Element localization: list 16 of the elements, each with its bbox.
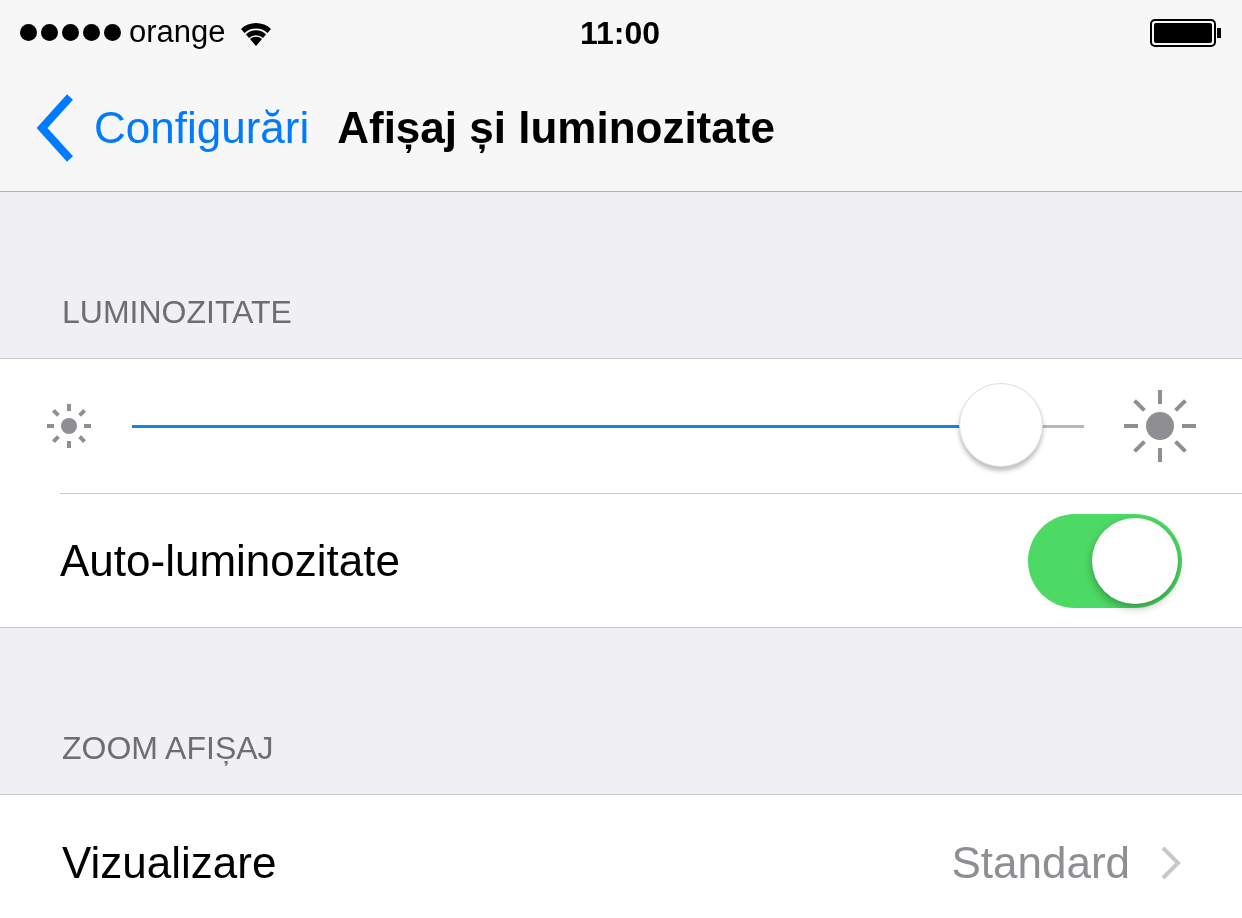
carrier-name: orange (129, 13, 226, 52)
chevron-right-icon (1160, 845, 1182, 881)
sun-large-icon (1122, 388, 1198, 464)
setting-value: Standard (951, 837, 1130, 889)
signal-icon (20, 24, 121, 41)
battery-icon (1150, 17, 1222, 48)
back-button[interactable]: Configurări (36, 93, 310, 163)
setting-label: Vizualizare (62, 837, 277, 889)
nav-title: Afișaj și luminozitate (337, 102, 775, 155)
status-time: 11:00 (580, 13, 661, 53)
section-header: ZOOM AFIȘAJ (62, 729, 274, 768)
back-chevron-icon (36, 93, 76, 163)
slider-thumb[interactable] (959, 382, 1044, 467)
setting-label: Auto-luminozitate (60, 534, 400, 587)
section-header: LUMINOZITATE (62, 293, 292, 332)
sun-small-icon (44, 401, 94, 451)
